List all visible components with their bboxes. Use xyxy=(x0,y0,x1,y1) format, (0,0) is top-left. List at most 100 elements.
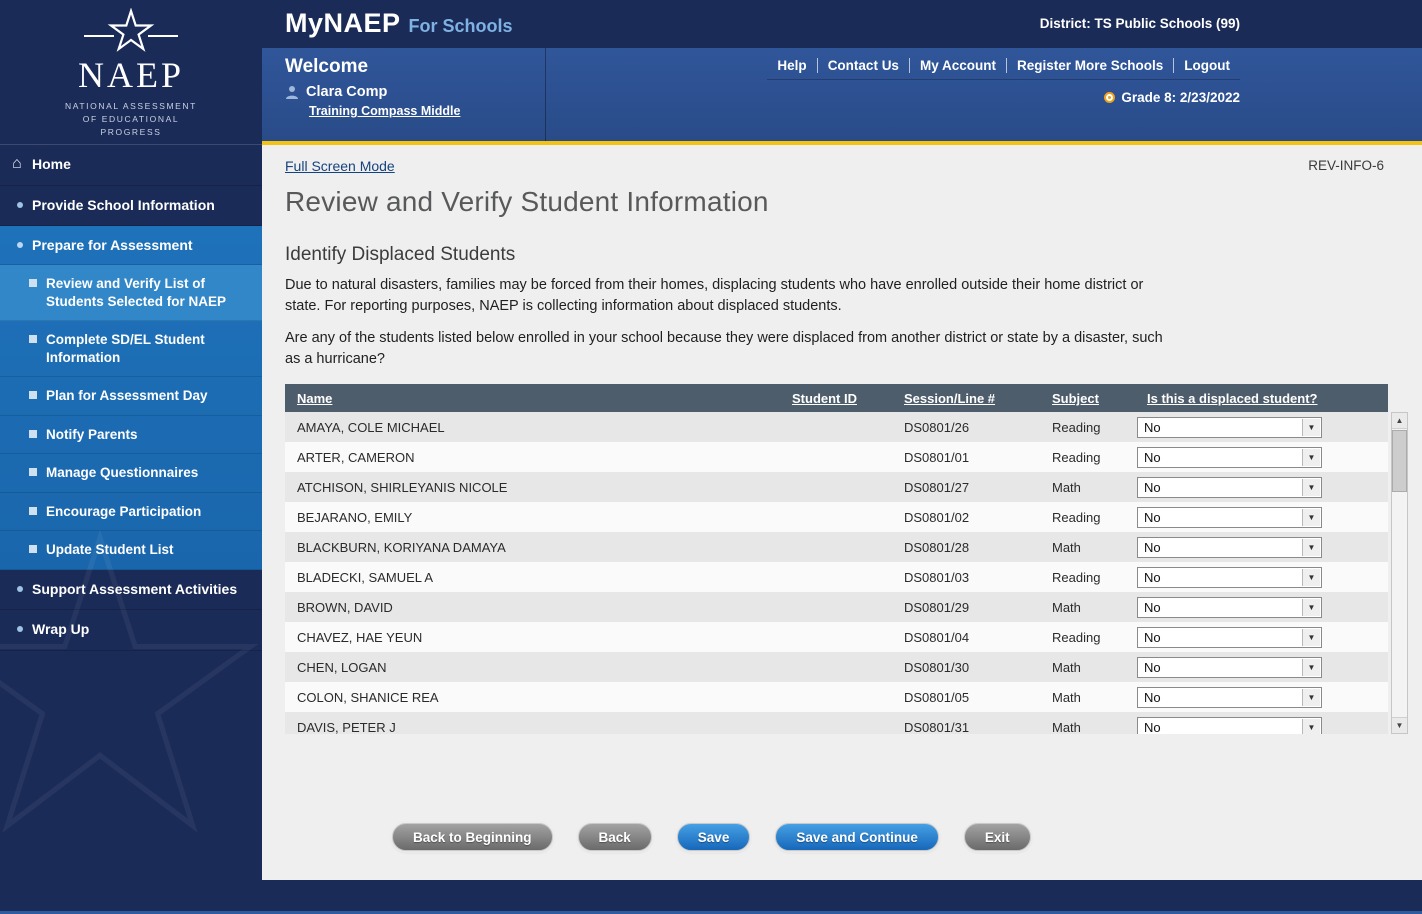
column-header-student-id[interactable]: Student ID xyxy=(780,384,892,412)
sidebar-item-wrap-up[interactable]: Wrap Up xyxy=(0,610,262,651)
student-id xyxy=(780,442,892,472)
displaced-dropdown: No▼ xyxy=(1137,657,1322,678)
header-divider xyxy=(545,48,546,141)
sidebar-item-manage-questionnaires[interactable]: Manage Questionnaires xyxy=(0,454,262,493)
question-paragraph: Are any of the students listed below enr… xyxy=(285,328,1177,369)
scroll-up-icon[interactable]: ▲ xyxy=(1392,413,1407,429)
subject: Math xyxy=(1040,592,1135,622)
scroll-down-icon[interactable]: ▼ xyxy=(1392,717,1407,733)
subject: Reading xyxy=(1040,622,1135,652)
school-link[interactable]: Training Compass Middle xyxy=(309,104,460,118)
session-line: DS0801/01 xyxy=(892,442,1040,472)
displaced-select[interactable]: No xyxy=(1138,508,1321,527)
students-table-zone: Name Student ID Session/Line # Subject I… xyxy=(285,384,1422,734)
displaced-dropdown: No▼ xyxy=(1137,537,1322,558)
displaced-dropdown: No▼ xyxy=(1137,627,1322,648)
displaced-select[interactable]: No xyxy=(1138,718,1321,735)
displaced-select[interactable]: No xyxy=(1138,478,1321,497)
student-id xyxy=(780,472,892,502)
students-table-clip: Name Student ID Session/Line # Subject I… xyxy=(285,384,1388,734)
displaced-dropdown: No▼ xyxy=(1137,417,1322,438)
save-button[interactable]: Save xyxy=(677,823,751,851)
contact-us-link[interactable]: Contact Us xyxy=(817,58,909,73)
sidebar-item-encourage-participation[interactable]: Encourage Participation xyxy=(0,493,262,532)
subject: Reading xyxy=(1040,562,1135,592)
session-line: DS0801/28 xyxy=(892,532,1040,562)
scrollbar-thumb[interactable] xyxy=(1392,430,1407,492)
subject: Math xyxy=(1040,712,1135,734)
table-row: BEJARANO, EMILY DS0801/02 Reading No▼ xyxy=(285,502,1388,532)
column-header-displaced[interactable]: Is this a displaced student? xyxy=(1135,384,1388,412)
save-and-continue-button[interactable]: Save and Continue xyxy=(775,823,939,851)
session-line: DS0801/29 xyxy=(892,592,1040,622)
sidebar-item-prepare-for-assessment[interactable]: Prepare for Assessment xyxy=(0,226,262,265)
student-name: BROWN, DAVID xyxy=(285,592,780,622)
column-header-subject[interactable]: Subject xyxy=(1040,384,1135,412)
table-row: BROWN, DAVID DS0801/29 Math No▼ xyxy=(285,592,1388,622)
column-header-name[interactable]: Name xyxy=(285,384,780,412)
table-scrollbar[interactable]: ▲ ▼ xyxy=(1391,412,1408,734)
subject: Reading xyxy=(1040,442,1135,472)
table-row: ATCHISON, SHIRLEYANIS NICOLE DS0801/27 M… xyxy=(285,472,1388,502)
displaced-select[interactable]: No xyxy=(1138,448,1321,467)
displaced-dropdown: No▼ xyxy=(1137,477,1322,498)
naep-acronym: NAEP xyxy=(0,57,262,93)
displaced-dropdown: No▼ xyxy=(1137,597,1322,618)
table-row: ARTER, CAMERON DS0801/01 Reading No▼ xyxy=(285,442,1388,472)
session-line: DS0801/03 xyxy=(892,562,1040,592)
sidebar-item-review-verify-students[interactable]: Review and Verify List of Students Selec… xyxy=(0,265,262,321)
sidebar-item-complete-sdel-information[interactable]: Complete SD/EL Student Information xyxy=(0,321,262,377)
help-link[interactable]: Help xyxy=(767,58,816,73)
displaced-select[interactable]: No xyxy=(1138,658,1321,677)
prepare-for-assessment-section: Prepare for Assessment Review and Verify… xyxy=(0,226,262,570)
my-account-link[interactable]: My Account xyxy=(909,58,1006,73)
session-line: DS0801/30 xyxy=(892,652,1040,682)
student-name: BLACKBURN, KORIYANA DAMAYA xyxy=(285,532,780,562)
subject: Math xyxy=(1040,682,1135,712)
displaced-select[interactable]: No xyxy=(1138,538,1321,557)
exit-button[interactable]: Exit xyxy=(964,823,1031,851)
naep-logo: NAEP National Assessment of Educational … xyxy=(0,0,262,145)
full-screen-mode-link[interactable]: Full Screen Mode xyxy=(285,158,395,174)
displaced-select[interactable]: No xyxy=(1138,418,1321,437)
subject: Reading xyxy=(1040,412,1135,442)
sidebar-item-update-student-list[interactable]: Update Student List xyxy=(0,531,262,570)
table-row: DAVIS, PETER J DS0801/31 Math No▼ xyxy=(285,712,1388,734)
student-id xyxy=(780,502,892,532)
sidebar-item-label: Manage Questionnaires xyxy=(46,465,198,480)
header-nav: Help Contact Us My Account Register More… xyxy=(767,58,1240,80)
square-bullet-icon xyxy=(29,391,37,399)
table-row: BLACKBURN, KORIYANA DAMAYA DS0801/28 Mat… xyxy=(285,532,1388,562)
student-id xyxy=(780,712,892,734)
displaced-select[interactable]: No xyxy=(1138,598,1321,617)
displaced-select[interactable]: No xyxy=(1138,628,1321,647)
mynaep-app-window: MyNAEPFor Schools District: TS Public Sc… xyxy=(0,0,1422,914)
column-header-session-line[interactable]: Session/Line # xyxy=(892,384,1040,412)
sidebar-item-support-assessment-activities[interactable]: Support Assessment Activities xyxy=(0,570,262,611)
student-name: AMAYA, COLE MICHAEL xyxy=(285,412,780,442)
grade-indicator: Grade 8: 2/23/2022 xyxy=(1104,90,1240,105)
displaced-select[interactable]: No xyxy=(1138,568,1321,587)
brand-subtitle: For Schools xyxy=(409,16,513,36)
sidebar-item-notify-parents[interactable]: Notify Parents xyxy=(0,416,262,455)
back-button[interactable]: Back xyxy=(578,823,652,851)
sidebar-item-home[interactable]: ⌂ Home xyxy=(0,145,262,186)
district-label: District: TS Public Schools (99) xyxy=(1040,16,1240,31)
user-name: Clara Comp xyxy=(306,84,387,100)
back-to-beginning-button[interactable]: Back to Beginning xyxy=(392,823,553,851)
register-more-schools-link[interactable]: Register More Schools xyxy=(1006,58,1173,73)
student-id xyxy=(780,562,892,592)
student-name: ARTER, CAMERON xyxy=(285,442,780,472)
circle-bullet-icon xyxy=(17,202,23,208)
student-id xyxy=(780,592,892,622)
brand: MyNAEPFor Schools xyxy=(285,8,513,39)
logout-link[interactable]: Logout xyxy=(1173,58,1240,73)
student-id xyxy=(780,652,892,682)
page-title: Review and Verify Student Information xyxy=(285,186,1422,218)
circle-bullet-icon xyxy=(17,626,23,632)
sidebar-item-plan-for-assessment-day[interactable]: Plan for Assessment Day xyxy=(0,377,262,416)
table-header-row: Name Student ID Session/Line # Subject I… xyxy=(285,384,1388,412)
sidebar-item-provide-school-information[interactable]: Provide School Information xyxy=(0,186,262,227)
displaced-select[interactable]: No xyxy=(1138,688,1321,707)
sidebar-item-label: Review and Verify List of Students Selec… xyxy=(46,276,226,309)
